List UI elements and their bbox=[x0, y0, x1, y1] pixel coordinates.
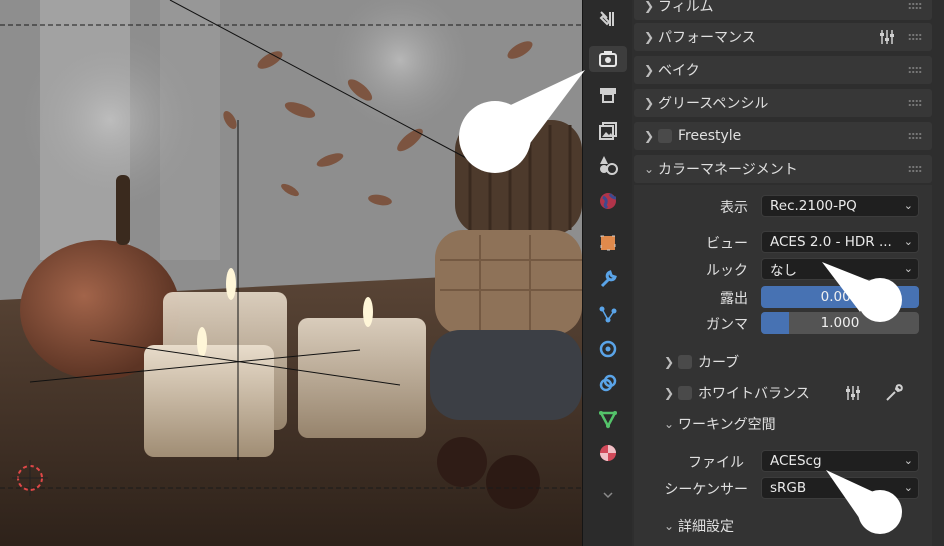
callout-overlay bbox=[459, 70, 902, 534]
callout-marker-view bbox=[822, 262, 902, 322]
callout-marker-render-tab bbox=[459, 70, 585, 173]
callout-marker-file bbox=[826, 470, 902, 534]
